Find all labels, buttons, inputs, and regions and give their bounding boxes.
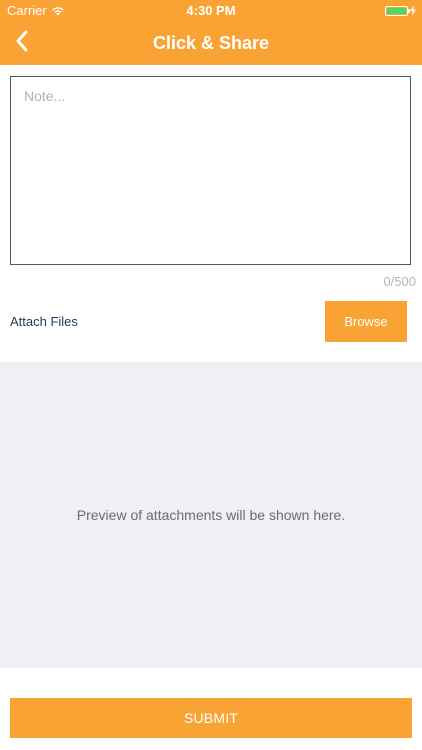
- header: Carrier 4:30 PM Click & Share: [0, 0, 422, 65]
- nav-bar: Click & Share: [0, 22, 422, 65]
- battery-fill: [387, 7, 406, 14]
- click-and-share-screen: Carrier 4:30 PM Click & Share Note... 0/…: [0, 0, 422, 750]
- character-counter: 0/500: [383, 274, 416, 289]
- note-input[interactable]: [11, 77, 410, 264]
- status-time: 4:30 PM: [186, 3, 236, 18]
- charging-bolt-icon: [410, 5, 416, 16]
- preview-placeholder-text: Preview of attachments will be shown her…: [76, 507, 346, 523]
- status-bar: Carrier 4:30 PM: [0, 0, 422, 22]
- page-title: Click & Share: [152, 33, 270, 53]
- note-field-container: [10, 76, 411, 265]
- submit-button[interactable]: SUBMIT: [10, 698, 412, 738]
- battery-icon: [385, 5, 410, 16]
- browse-button[interactable]: Browse: [325, 301, 407, 342]
- attachment-preview-area: Preview of attachments will be shown her…: [0, 362, 422, 668]
- battery-indicator: [385, 5, 416, 16]
- attach-files-label: Attach Files: [10, 314, 78, 329]
